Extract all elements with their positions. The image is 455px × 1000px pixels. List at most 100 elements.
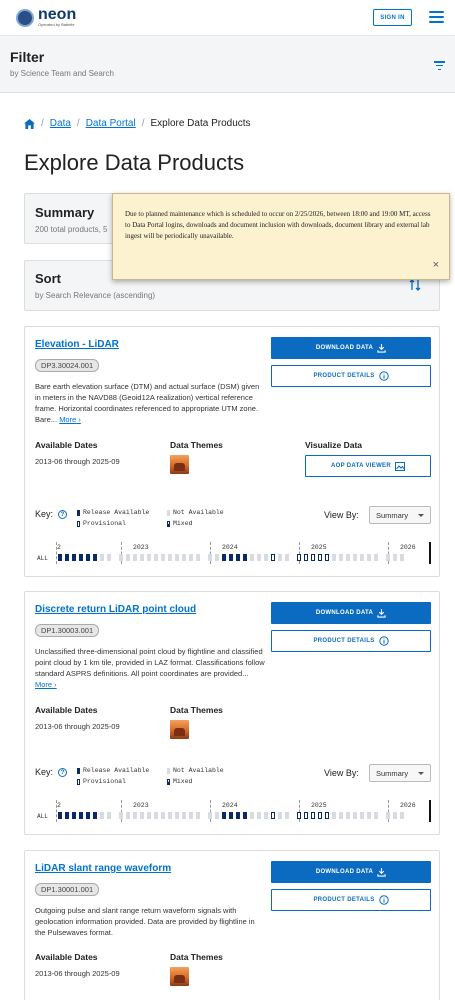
timeline-month-cell[interactable]	[58, 554, 62, 561]
timeline-month-cell[interactable]	[65, 554, 69, 561]
timeline-month-cell[interactable]	[353, 812, 357, 819]
availability-timeline[interactable]: ALL 2 2023 2024 2025 2026	[35, 800, 431, 824]
close-icon[interactable]: ×	[433, 260, 439, 271]
timeline-month-cell[interactable]	[119, 812, 123, 819]
landuse-icon[interactable]	[170, 455, 189, 474]
breadcrumb-data-portal-link[interactable]: Data Portal	[86, 118, 136, 129]
timeline-month-cell[interactable]	[250, 554, 254, 561]
timeline-month-cell[interactable]	[386, 812, 390, 819]
timeline-month-cell[interactable]	[215, 812, 219, 819]
timeline-month-cell[interactable]	[119, 554, 123, 561]
timeline-month-cell[interactable]	[271, 812, 275, 819]
timeline-month-cell[interactable]	[182, 554, 186, 561]
aop-data-viewer-button[interactable]: AOP DATA VIEWER	[305, 455, 431, 477]
more-link[interactable]: More ›	[59, 415, 81, 424]
timeline-month-cell[interactable]	[154, 812, 158, 819]
timeline-month-cell[interactable]	[339, 554, 343, 561]
timeline-month-cell[interactable]	[196, 554, 200, 561]
sign-in-button[interactable]: SIGN IN	[373, 9, 412, 26]
timeline-month-cell[interactable]	[264, 554, 268, 561]
timeline-month-cell[interactable]	[393, 812, 397, 819]
sort-icon[interactable]	[409, 279, 421, 291]
timeline-month-cell[interactable]	[168, 812, 172, 819]
timeline-month-cell[interactable]	[297, 554, 301, 561]
timeline-month-cell[interactable]	[161, 812, 165, 819]
timeline-month-cell[interactable]	[100, 812, 104, 819]
home-icon[interactable]	[24, 118, 35, 129]
timeline-month-cell[interactable]	[93, 812, 97, 819]
timeline-month-cell[interactable]	[86, 812, 90, 819]
hamburger-menu-icon[interactable]	[429, 11, 444, 23]
download-data-button[interactable]: DOWNLOAD DATA	[271, 861, 431, 883]
timeline-month-cell[interactable]	[360, 812, 364, 819]
timeline-month-cell[interactable]	[400, 554, 404, 561]
product-title-link[interactable]: Elevation - LiDAR	[35, 339, 119, 350]
more-link[interactable]: More ›	[35, 680, 57, 689]
product-details-button[interactable]: PRODUCT DETAILS	[271, 630, 431, 652]
landuse-icon[interactable]	[170, 967, 189, 986]
timeline-month-cell[interactable]	[65, 812, 69, 819]
timeline-month-cell[interactable]	[189, 554, 193, 561]
timeline-month-cell[interactable]	[140, 554, 144, 561]
timeline-month-cell[interactable]	[285, 554, 289, 561]
timeline-month-cell[interactable]	[304, 554, 308, 561]
breadcrumb-data-link[interactable]: Data	[50, 118, 71, 129]
timeline-month-cell[interactable]	[367, 812, 371, 819]
download-data-button[interactable]: DOWNLOAD DATA	[271, 337, 431, 359]
timeline-month-cell[interactable]	[264, 812, 268, 819]
timeline-month-cell[interactable]	[72, 554, 76, 561]
filter-icon[interactable]	[434, 61, 445, 70]
timeline-month-cell[interactable]	[236, 812, 240, 819]
view-by-select[interactable]: Summary	[369, 764, 431, 782]
timeline-month-cell[interactable]	[196, 812, 200, 819]
timeline-month-cell[interactable]	[332, 554, 336, 561]
timeline-month-cell[interactable]	[318, 812, 322, 819]
product-title-link[interactable]: LiDAR slant range waveform	[35, 863, 171, 874]
timeline-month-cell[interactable]	[133, 812, 137, 819]
timeline-month-cell[interactable]	[311, 812, 315, 819]
timeline-month-cell[interactable]	[257, 812, 261, 819]
timeline-month-cell[interactable]	[189, 812, 193, 819]
timeline-month-cell[interactable]	[250, 812, 254, 819]
timeline-month-cell[interactable]	[325, 554, 329, 561]
timeline-month-cell[interactable]	[175, 554, 179, 561]
timeline-month-cell[interactable]	[236, 554, 240, 561]
timeline-month-cell[interactable]	[400, 812, 404, 819]
neon-logo[interactable]: neon Operated by Battelle	[16, 7, 76, 27]
timeline-month-cell[interactable]	[100, 554, 104, 561]
timeline-month-cell[interactable]	[346, 812, 350, 819]
timeline-month-cell[interactable]	[297, 812, 301, 819]
timeline-month-cell[interactable]	[243, 554, 247, 561]
timeline-month-cell[interactable]	[222, 554, 226, 561]
timeline-month-cell[interactable]	[175, 812, 179, 819]
timeline-month-cell[interactable]	[304, 812, 308, 819]
timeline-month-cell[interactable]	[208, 812, 212, 819]
timeline-month-cell[interactable]	[147, 554, 151, 561]
timeline-month-cell[interactable]	[58, 812, 62, 819]
filter-bar[interactable]: Filter by Science Team and Search	[0, 36, 455, 93]
product-title-link[interactable]: Discrete return LiDAR point cloud	[35, 604, 196, 615]
timeline-month-cell[interactable]	[79, 554, 83, 561]
timeline-month-cell[interactable]	[367, 554, 371, 561]
timeline-month-cell[interactable]	[339, 812, 343, 819]
product-details-button[interactable]: PRODUCT DETAILS	[271, 365, 431, 387]
timeline-month-cell[interactable]	[271, 554, 275, 561]
timeline-month-cell[interactable]	[278, 554, 282, 561]
timeline-month-cell[interactable]	[107, 812, 111, 819]
timeline-month-cell[interactable]	[126, 812, 130, 819]
timeline-month-cell[interactable]	[311, 554, 315, 561]
timeline-month-cell[interactable]	[318, 554, 322, 561]
timeline-month-cell[interactable]	[285, 812, 289, 819]
timeline-month-cell[interactable]	[360, 554, 364, 561]
timeline-month-cell[interactable]	[386, 554, 390, 561]
download-data-button[interactable]: DOWNLOAD DATA	[271, 602, 431, 624]
timeline-month-cell[interactable]	[374, 812, 378, 819]
help-icon[interactable]: ?	[58, 768, 67, 777]
landuse-icon[interactable]	[170, 720, 189, 739]
timeline-month-cell[interactable]	[332, 812, 336, 819]
timeline-month-cell[interactable]	[353, 554, 357, 561]
timeline-month-cell[interactable]	[346, 554, 350, 561]
help-icon[interactable]: ?	[58, 510, 67, 519]
timeline-month-cell[interactable]	[215, 554, 219, 561]
timeline-month-cell[interactable]	[107, 554, 111, 561]
